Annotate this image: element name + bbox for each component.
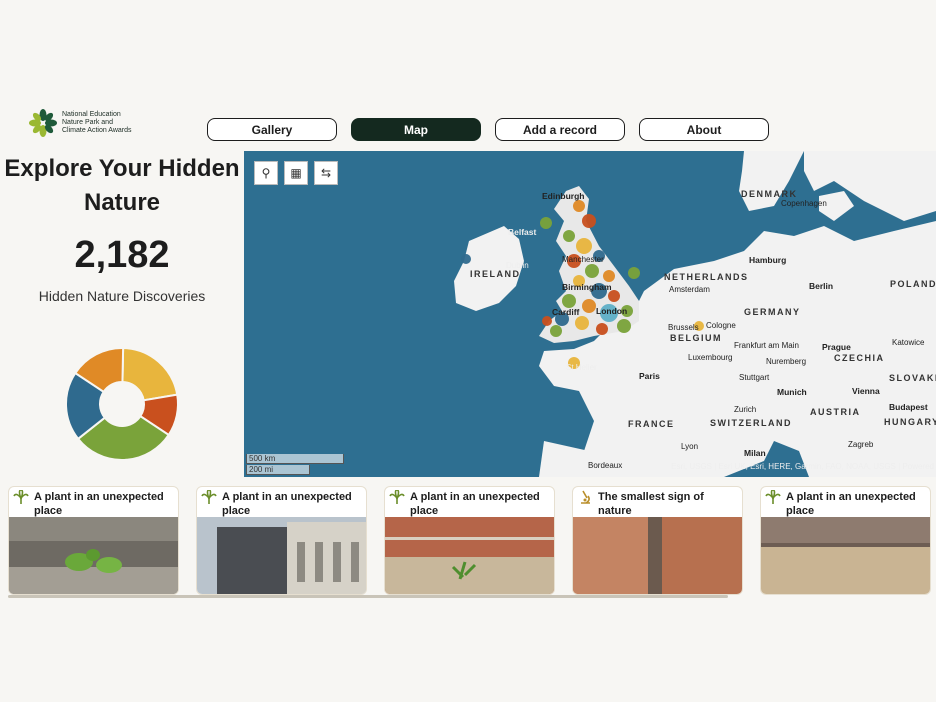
donut-slice[interactable] — [121, 346, 179, 402]
map-label: Bordeaux — [588, 461, 623, 470]
record-photo — [761, 517, 930, 594]
plant-icon — [201, 490, 217, 504]
map-label: IRELAND — [470, 269, 521, 279]
map-label: Berlin — [809, 281, 834, 291]
map-label: Katowice — [892, 338, 925, 347]
record-card[interactable]: A plant in an unexpected place — [196, 486, 367, 595]
gallery-button[interactable]: Gallery — [207, 118, 337, 141]
brand-logo[interactable]: National Education Nature Park and Clima… — [28, 108, 132, 138]
record-card[interactable]: A plant in an unexpected place — [8, 486, 179, 595]
record-card[interactable]: The smallest sign of nature — [572, 486, 743, 595]
map-label: Lyon — [681, 442, 699, 451]
map-label: BELGIUM — [670, 333, 722, 343]
map-label: NETHERLANDS — [664, 272, 749, 282]
map-button[interactable]: Map — [351, 118, 481, 141]
map-label: Nuremberg — [766, 357, 807, 366]
map-label: Luxembourg — [688, 353, 733, 362]
map-scale: 500 km 200 mi — [246, 453, 344, 475]
map-attribution[interactable]: Esri, USGS | Esri UK, Esri, HERE, Garmin… — [671, 462, 934, 471]
brand-text: National Education Nature Park and Clima… — [62, 111, 132, 135]
map-label: St Helier — [566, 363, 597, 372]
map-label: DENMARK — [741, 189, 798, 199]
record-card-title: A plant in an unexpected place — [34, 491, 164, 517]
record-card[interactable]: A plant in an unexpected place — [760, 486, 931, 595]
card-list-scrollbar[interactable] — [8, 595, 728, 598]
map-label: Vienna — [852, 386, 880, 396]
brand-line: National Education — [62, 111, 121, 118]
record-card[interactable]: A plant in an unexpected place — [384, 486, 555, 595]
record-photo — [197, 517, 366, 594]
plant-icon — [13, 490, 29, 504]
record-photo — [385, 517, 554, 594]
map-label: London — [596, 306, 628, 316]
map-label: Munich — [777, 387, 807, 397]
map-label: SLOVAKI — [889, 373, 936, 383]
record-card-title: A plant in an unexpected place — [786, 491, 916, 517]
map-label: Zagreb — [848, 440, 874, 449]
record-photo — [9, 517, 178, 594]
map-label: Paris — [639, 371, 660, 381]
map-label: Amsterdam — [669, 285, 710, 294]
plant-icon — [389, 490, 405, 504]
map-label: Budapest — [889, 402, 928, 412]
leaf-cluster-icon — [29, 109, 57, 137]
map-label: Belfast — [508, 227, 537, 237]
map-label: Manchester — [562, 255, 604, 264]
map-label: Frankfurt am Main — [734, 341, 799, 350]
brand-line: Nature Park and — [62, 119, 113, 126]
qr-icon[interactable]: ▦ — [284, 161, 308, 185]
microscope-icon — [581, 490, 590, 504]
map-label: GERMANY — [744, 307, 801, 317]
plant-icon — [765, 490, 781, 504]
main-nav: Gallery Map Add a record About — [207, 118, 769, 141]
map-label: CZECHIA — [834, 353, 885, 363]
map-label: HUNGARY — [884, 417, 936, 427]
map-label: Zurich — [734, 405, 757, 414]
brand-line: Climate Action Awards — [62, 127, 132, 134]
about-button[interactable]: About — [639, 118, 769, 141]
discovery-count: 2,182 — [74, 234, 170, 276]
map-basemap — [454, 151, 936, 477]
map-label: Prague — [822, 342, 851, 352]
map-label: FRANCE — [628, 419, 675, 429]
map-label: AUSTRIA — [810, 407, 861, 417]
page-title: Explore Your Hidden Nature — [4, 155, 240, 216]
discovery-count-label: Hidden Nature Discoveries — [38, 288, 206, 304]
record-card-list: A plant in an unexpected place A plant i… — [8, 486, 931, 595]
map-label: Edinburgh — [542, 191, 585, 201]
map-label: Hamburg — [749, 255, 787, 265]
map-label: Cardiff — [552, 307, 580, 317]
record-card-title: The smallest sign of nature — [598, 491, 704, 517]
map-label: Copenhagen — [781, 199, 827, 208]
scale-mi: 200 mi — [246, 465, 310, 475]
swap-icon[interactable]: ⇆ — [314, 161, 338, 185]
map-label: Milan — [744, 448, 766, 458]
category-donut-chart[interactable] — [60, 342, 184, 466]
map-label: Stuttgart — [739, 373, 770, 382]
record-card-title: A plant in an unexpected place — [222, 491, 352, 517]
discoveries-map[interactable]: ⚲ ▦ ⇆ Edinburgh Belfast Dublin IRELAND M… — [244, 151, 936, 477]
map-label: Brussels — [668, 323, 699, 332]
record-card-title: A plant in an unexpected place — [410, 491, 540, 517]
record-photo — [573, 517, 742, 594]
scale-km: 500 km — [246, 454, 344, 464]
add-record-button[interactable]: Add a record — [495, 118, 625, 141]
map-label: Cologne — [706, 321, 736, 330]
map-label: POLAND — [890, 279, 936, 289]
search-icon[interactable]: ⚲ — [254, 161, 278, 185]
map-label: Birmingham — [562, 282, 612, 292]
map-toolbar: ⚲ ▦ ⇆ — [254, 161, 338, 185]
map-label: SWITZERLAND — [710, 418, 792, 428]
